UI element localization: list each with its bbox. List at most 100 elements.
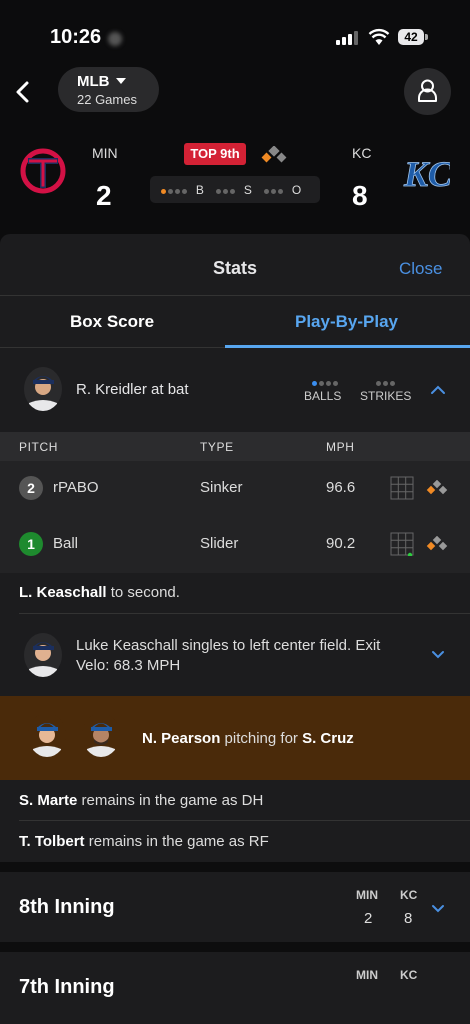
strike-dot [389,381,395,386]
ball-dot [333,381,338,386]
out-dot [270,188,276,194]
ball-dot [181,188,187,194]
away-team-abbr: MIN [92,145,118,161]
inning-home-runs: 8 [404,910,413,927]
ball-dot [312,381,317,386]
status-indicator [108,32,122,46]
inning-title: 7th Inning [19,976,115,998]
strikes-dots [215,183,237,197]
league-name: MLB [77,73,110,90]
caret-down-icon [116,78,126,84]
pitch-number: 1 [19,532,43,556]
inning-badge: TOP 9th [184,143,246,165]
pitcher-avatar [28,713,66,757]
outs-dots [263,183,285,197]
new-pitcher: N. Pearson [142,730,221,747]
twins-logo [20,148,66,194]
play-single: Luke Keaschall singles to left center fi… [76,637,381,674]
balls-indicator [304,375,348,389]
chevron-down-icon[interactable] [431,904,445,913]
divider [19,613,470,614]
ball-dot [319,381,324,386]
strikes-caption: STRIKES [360,389,412,403]
strike-dot [215,188,221,194]
chevron-down-icon[interactable] [431,650,445,659]
divider [0,295,470,296]
pitch-row[interactable]: 2 rPABO Sinker 96.6 [0,461,470,517]
col-mph: MPH [326,440,355,454]
pitch-table-header: PITCH TYPE MPH [0,432,470,461]
col-pitch: PITCH [19,440,58,454]
status-time: 10:26 [50,26,102,48]
pitch-type: Sinker [200,479,243,496]
bases-icon [426,536,448,551]
balls-caption: BALLS [304,389,342,403]
pitch-row[interactable]: 1 Ball Slider 90.2 [0,517,470,573]
strike-zone-icon [390,532,414,556]
play-sub-marte: S. Marte remains in the game as DH [19,792,263,809]
count-indicator: B S O [150,176,320,203]
outs-label: O [291,182,302,197]
balls-dots [160,183,189,197]
inning-away-runs: 2 [364,910,373,927]
ball-dot [167,188,173,194]
play-advance: L. Keaschall to second. [19,584,180,601]
battery-icon: 42 [398,29,424,45]
replaced-pitcher: S. Cruz [302,730,354,747]
royals-logo: KC [403,154,450,194]
play-detail: remains in the game as RF [84,833,269,850]
bases-icon [261,146,287,163]
pitch-mph: 90.2 [326,535,356,552]
ab-strikes-dots [366,375,406,389]
chevron-up-icon[interactable] [430,384,446,396]
col-type: TYPE [200,440,234,454]
inning-title: 8th Inning [19,896,115,918]
strike-dot [222,188,228,194]
batter-avatar [24,367,62,411]
strike-dot [375,381,381,386]
signal-icon [336,31,362,45]
ab-balls-dots [304,375,348,389]
out-dot [263,188,269,194]
ball-dot [160,188,166,194]
pitch-number: 2 [19,476,43,500]
home-team-abbr: KC [352,145,372,161]
svg-text:KC: KC [403,154,450,194]
strike-dot [382,381,388,386]
player-name: S. Marte [19,792,78,809]
section-gap [0,942,470,952]
person-icon [418,79,437,102]
inning-home-abbr: KC [400,968,418,982]
inning-away-abbr: MIN [356,968,378,982]
pitch-result: Ball [53,535,79,552]
league-games-count: 22 Games [77,92,137,107]
battery-tip [425,34,428,40]
tab-box-score[interactable]: Box Score [70,312,154,332]
strike-dot [229,188,235,194]
play-detail: to second. [106,584,180,601]
play-sub-tolbert: T. Tolbert remains in the game as RF [19,833,269,850]
inning-header-7th[interactable]: 7th Inning MIN KC [0,952,470,1024]
away-score: 2 [96,180,112,211]
strikes-label: S [243,182,252,197]
player-name: T. Tolbert [19,833,85,850]
tab-play-by-play[interactable]: Play-By-Play [295,312,398,332]
inning-home-abbr: KC [400,888,418,902]
pitching-change-text: N. Pearson pitching for S. Cruz [142,730,354,747]
close-button[interactable]: Close [399,259,442,279]
home-score: 8 [352,180,368,211]
strikes-indicator [366,375,406,389]
batter-avatar [24,633,62,677]
out-dot [277,188,283,194]
pitcher-avatar [82,713,120,757]
profile-button[interactable] [404,68,451,115]
strike-zone-icon [390,476,414,500]
back-chevron-icon[interactable] [10,78,36,106]
inning-header-8th[interactable]: 8th Inning MIN KC 2 8 [0,872,470,942]
pitch-type: Slider [200,535,239,552]
wifi-icon [368,28,390,45]
bases-icon [426,480,448,495]
inning-away-abbr: MIN [356,888,378,902]
pitch-mph: 96.6 [326,479,356,496]
at-bat-text: R. Kreidler at bat [76,381,189,398]
